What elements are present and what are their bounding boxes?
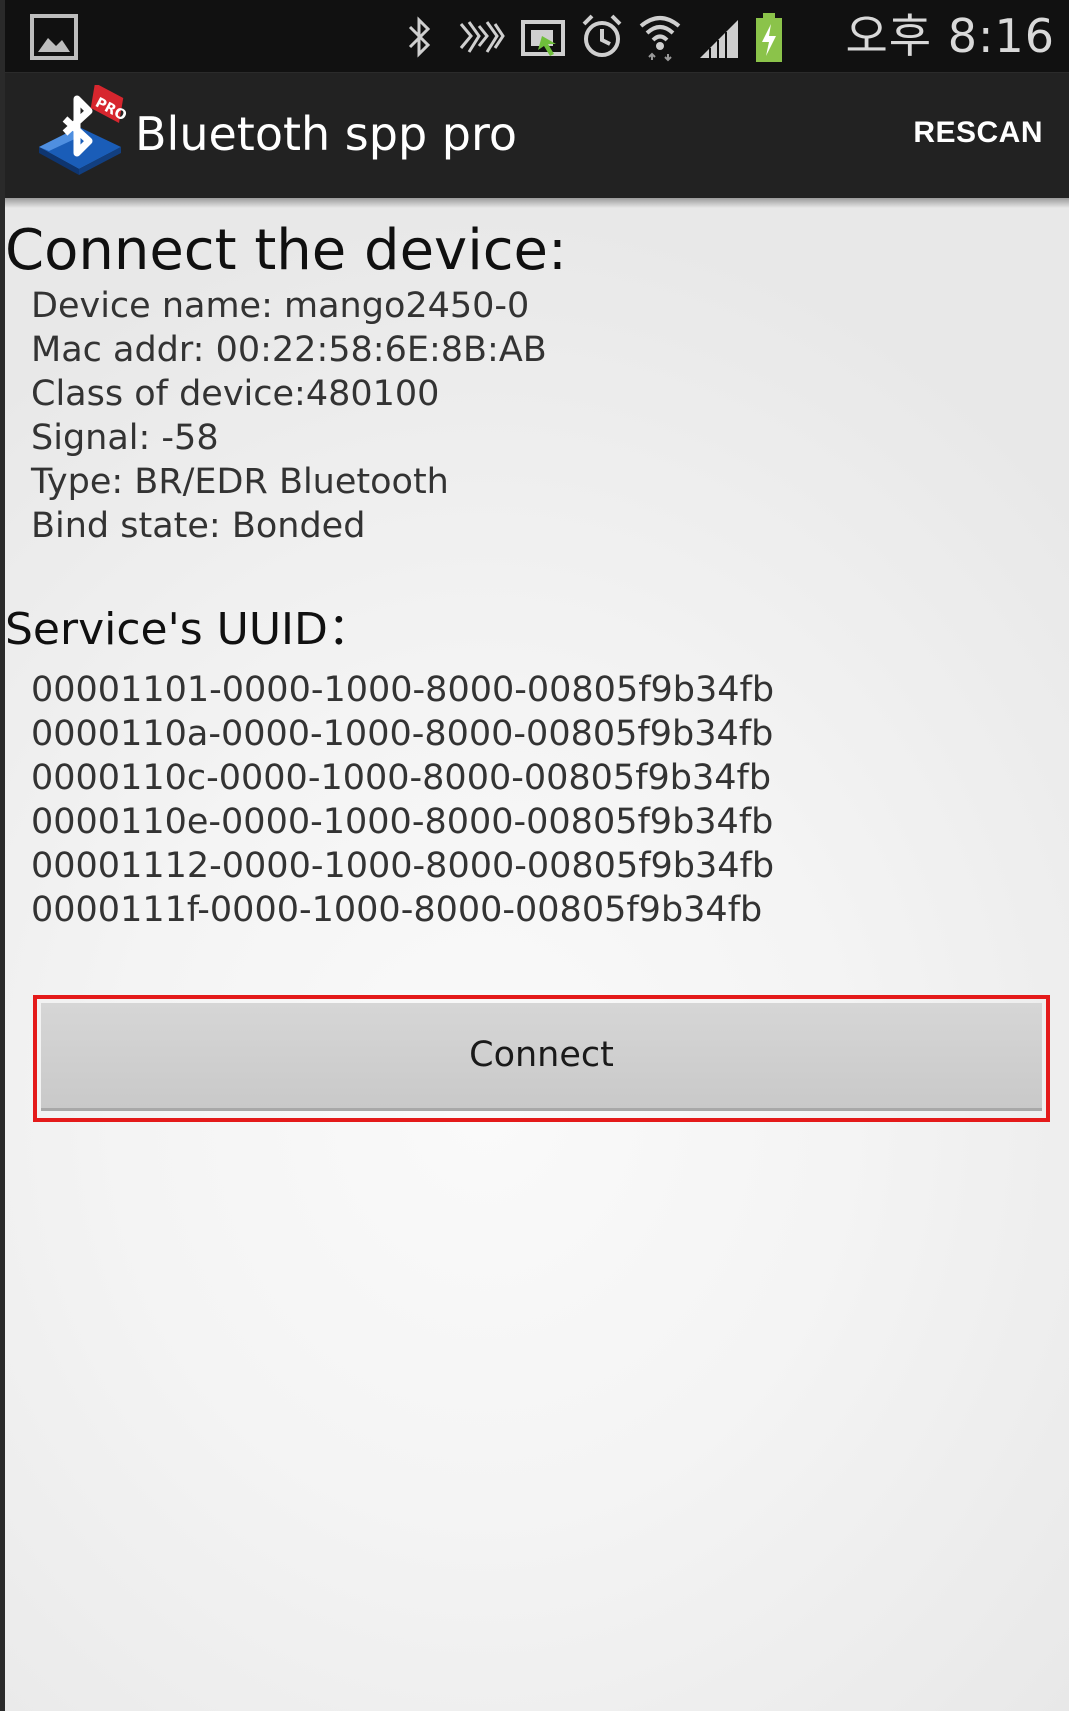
signal-line: Signal: -58 [31,418,219,458]
service-uuid-heading: Service's UUID： [5,604,372,655]
rescan-button[interactable]: RESCAN [913,113,1043,153]
gallery-icon [30,14,78,60]
connect-heading: Connect the device: [5,218,567,283]
phone-screen: 오후 8:16 PRO Bluetoth spp pro RESCAN Conn… [0,0,1069,1711]
battery-charging-icon [756,13,782,62]
signal-icon [700,20,738,58]
device-name-line: Device name: mango2450-0 [31,286,530,326]
bluetooth-icon [408,16,431,58]
alarm-icon [582,14,622,57]
screen-mirror-icon [521,20,565,56]
uuid-item: 0000110e-0000-1000-8000-00805f9b34fb [31,802,774,842]
device-detail-panel: Connect the device: Device name: mango24… [5,198,1069,1711]
uuid-item: 0000110c-0000-1000-8000-00805f9b34fb [31,758,772,798]
action-bar: PRO Bluetoth spp pro RESCAN [5,73,1069,198]
uuid-item: 0000111f-0000-1000-8000-00805f9b34fb [31,890,763,930]
app-title: Bluetoth spp pro [135,107,518,161]
wifi-icon [639,16,681,62]
nfc-icon [459,21,505,53]
device-class-line: Class of device:480100 [31,374,440,414]
status-time: 오후 8:16 [845,9,1055,63]
uuid-item: 00001112-0000-1000-8000-00805f9b34fb [31,846,775,886]
mac-address-line: Mac addr: 00:22:58:6E:8B:AB [31,330,547,370]
uuid-item: 0000110a-0000-1000-8000-00805f9b34fb [31,714,774,754]
uuid-list: 00001101-0000-1000-8000-00805f9b34fb 000… [31,668,774,932]
bind-state-line: Bind state: Bonded [31,506,366,546]
connect-button[interactable]: Connect [41,1003,1042,1111]
device-info-list: Device name: mango2450-0 Mac addr: 00:22… [31,284,547,548]
status-bar: 오후 8:16 [5,0,1069,73]
type-line: Type: BR/EDR Bluetooth [31,462,449,502]
app-logo-icon: PRO [39,85,129,175]
uuid-item: 00001101-0000-1000-8000-00805f9b34fb [31,670,775,710]
action-bar-shadow [5,198,1069,208]
